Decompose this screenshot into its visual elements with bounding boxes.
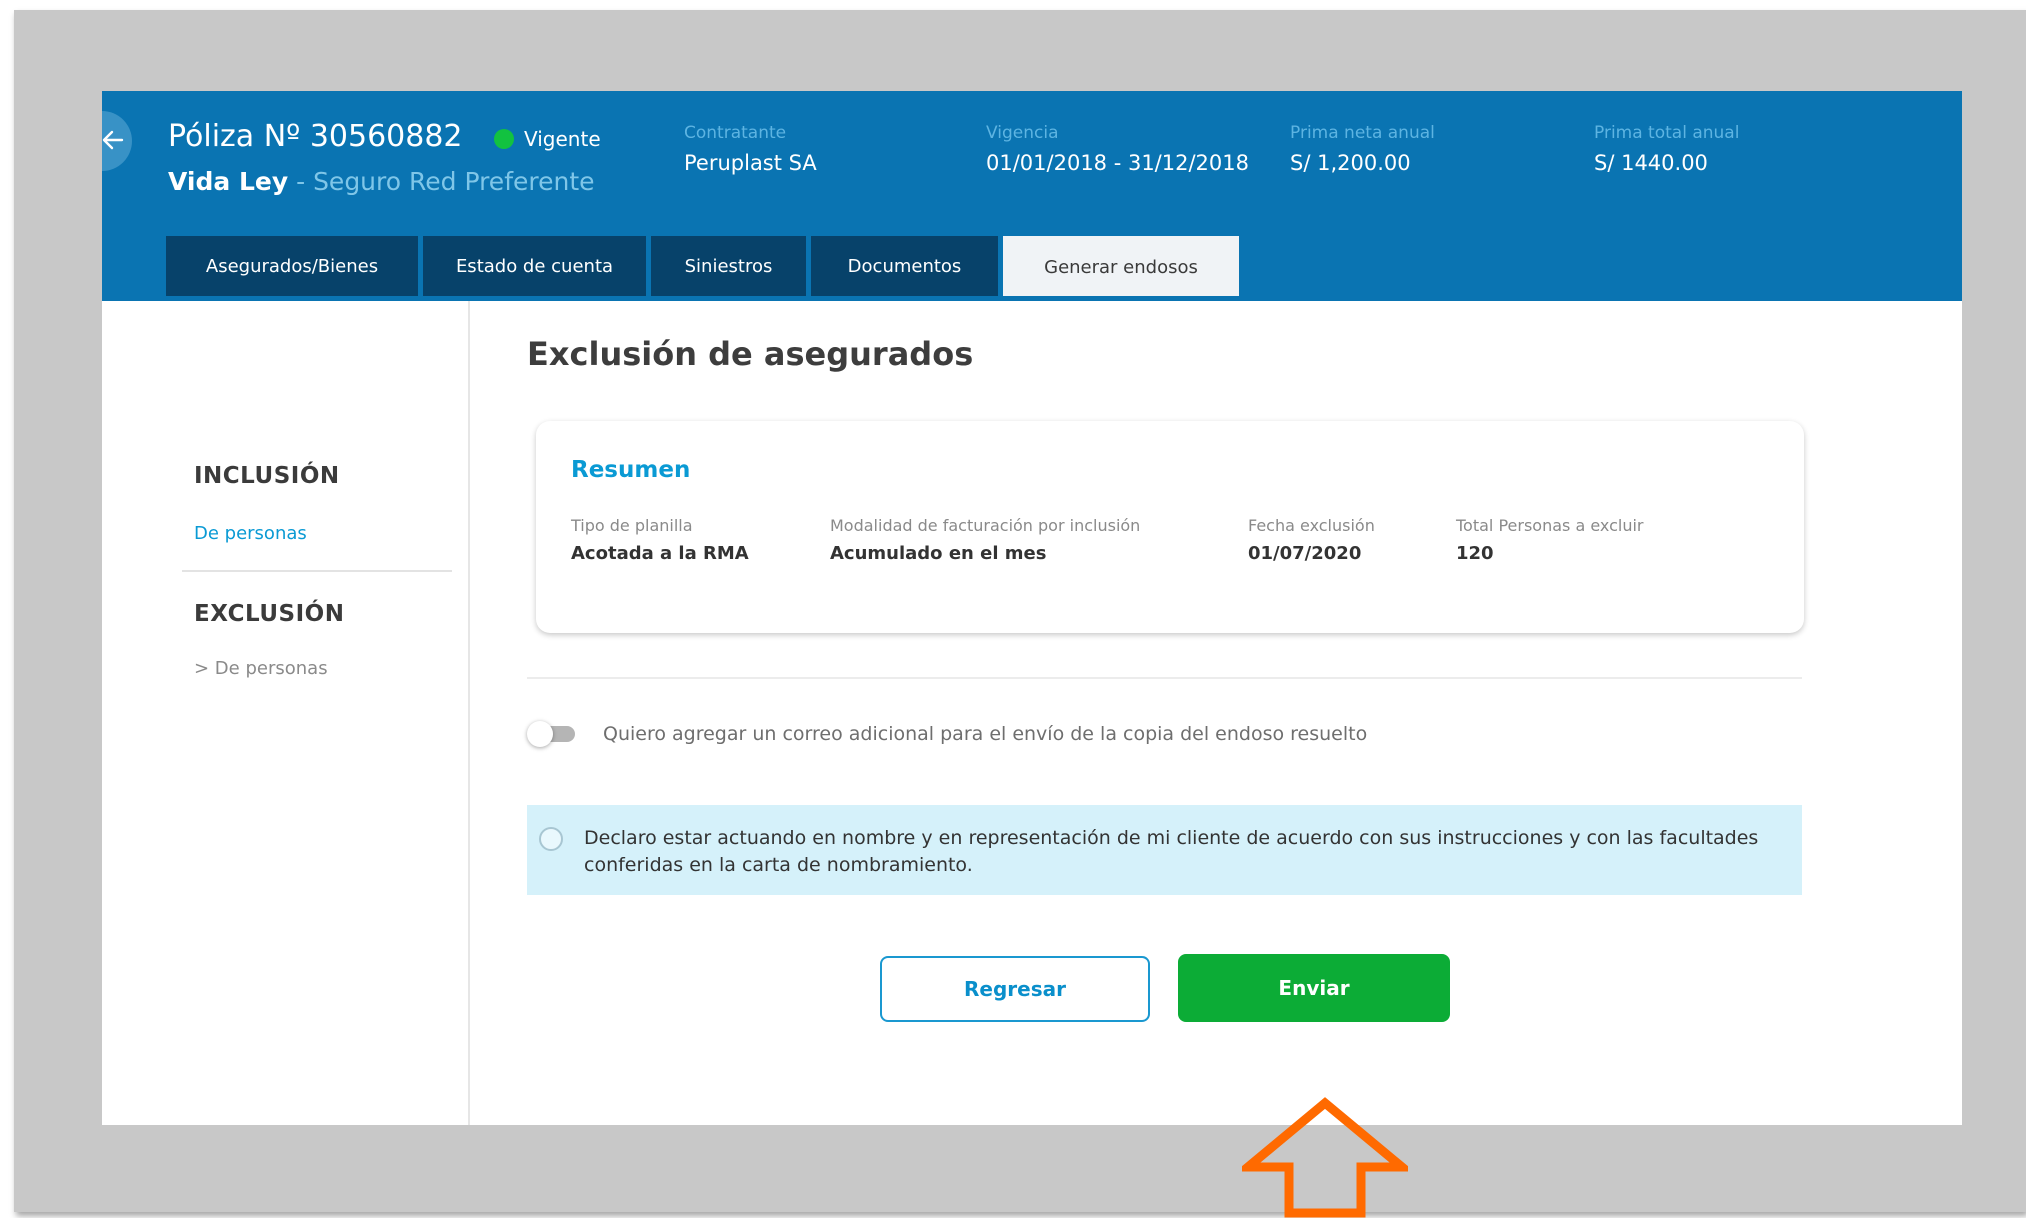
policy-tabs: Asegurados/Bienes Estado de cuenta Sinie… xyxy=(166,236,1244,298)
policy-number: Póliza Nº 30560882 xyxy=(168,119,463,154)
summary-field-value: Acumulado en el mes xyxy=(830,543,1047,564)
header-field-label: Vigencia xyxy=(986,123,1059,143)
additional-email-toggle-row: Quiero agregar un correo adicional para … xyxy=(527,721,1367,747)
sidebar-heading-exclusion: EXCLUSIÓN xyxy=(194,601,345,627)
regresar-button[interactable]: Regresar xyxy=(880,956,1150,1022)
summary-field-tipo-planilla: Tipo de planilla Acotada a la RMA xyxy=(571,516,749,564)
sidebar-link-exclusion-personas[interactable]: > De personas xyxy=(194,658,328,679)
summary-field-label: Modalidad de facturación por inclusión xyxy=(830,516,1141,535)
header-field-label: Prima neta anual xyxy=(1290,123,1435,143)
sidebar-divider xyxy=(182,570,452,572)
header-field-prima-total: Prima total anual S/ 1440.00 xyxy=(1594,123,1739,175)
subtitle-separator: - xyxy=(288,167,314,196)
header-field-value: 01/01/2018 - 31/12/2018 xyxy=(986,151,1250,175)
summary-field-modalidad: Modalidad de facturación por inclusión A… xyxy=(830,516,1140,564)
summary-field-label: Tipo de planilla xyxy=(571,516,693,535)
summary-title: Resumen xyxy=(571,457,691,483)
policy-header: Póliza Nº 30560882 Vigente Vida Ley - Se… xyxy=(102,91,1962,298)
tab-estado-de-cuenta[interactable]: Estado de cuenta xyxy=(423,236,646,297)
tab-documentos[interactable]: Documentos xyxy=(811,236,998,297)
summary-field-label: Total Personas a excluir xyxy=(1456,516,1644,535)
policy-subtitle: Vida Ley - Seguro Red Preferente xyxy=(168,167,595,196)
header-field-value: S/ 1440.00 xyxy=(1594,151,1708,175)
summary-field-label: Fecha exclusión xyxy=(1248,516,1375,535)
sidebar-heading-inclusion: INCLUSIÓN xyxy=(194,463,340,489)
sidebar-link-inclusion-personas[interactable]: De personas xyxy=(194,523,307,544)
header-field-value: S/ 1,200.00 xyxy=(1290,151,1411,175)
toggle-knob xyxy=(527,721,553,747)
declaration-box: Declaro estar actuando en nombre y en re… xyxy=(527,805,1802,895)
header-field-prima-neta: Prima neta anual S/ 1,200.00 xyxy=(1290,123,1435,175)
summary-field-total-personas: Total Personas a excluir 120 xyxy=(1456,516,1644,564)
enviar-button[interactable]: Enviar xyxy=(1178,954,1450,1022)
header-field-label: Contratante xyxy=(684,123,787,143)
header-field-contratante: Contratante Peruplast SA xyxy=(684,123,817,175)
summary-field-value: 120 xyxy=(1456,543,1494,564)
tab-asegurados-bienes[interactable]: Asegurados/Bienes xyxy=(166,236,418,297)
status-badge: Vigente xyxy=(494,127,601,151)
endorsement-sidebar: INCLUSIÓN De personas EXCLUSIÓN > De per… xyxy=(102,301,470,1125)
status-dot-icon xyxy=(494,129,514,149)
declaration-text: Declaro estar actuando en nombre y en re… xyxy=(584,827,1759,876)
annotation-arrow-up-icon xyxy=(1242,1097,1408,1218)
plan-name: Seguro Red Preferente xyxy=(313,167,595,196)
product-name: Vida Ley xyxy=(168,167,289,196)
page-title: Exclusión de asegurados xyxy=(527,335,974,373)
screenshot-canvas: Póliza Nº 30560882 Vigente Vida Ley - Se… xyxy=(0,0,2026,1218)
summary-card: Resumen Tipo de planilla Acotada a la RM… xyxy=(536,421,1804,633)
back-arrow-button[interactable] xyxy=(102,111,132,171)
app-window: Póliza Nº 30560882 Vigente Vida Ley - Se… xyxy=(102,91,1962,1125)
header-field-label: Prima total anual xyxy=(1594,123,1740,143)
header-field-value: Peruplast SA xyxy=(684,151,817,175)
arrow-left-icon xyxy=(102,130,124,150)
summary-field-fecha-exclusion: Fecha exclusión 01/07/2020 xyxy=(1248,516,1375,564)
tab-generar-endosos[interactable]: Generar endosos xyxy=(1003,236,1239,298)
additional-email-label: Quiero agregar un correo adicional para … xyxy=(603,723,1368,745)
summary-field-value: Acotada a la RMA xyxy=(571,543,749,564)
section-divider xyxy=(527,677,1802,679)
declaration-checkbox[interactable] xyxy=(539,827,563,851)
tab-siniestros[interactable]: Siniestros xyxy=(651,236,806,297)
additional-email-toggle[interactable] xyxy=(527,721,579,747)
status-label: Vigente xyxy=(524,127,601,151)
summary-field-value: 01/07/2020 xyxy=(1248,543,1362,564)
header-field-vigencia: Vigencia 01/01/2018 - 31/12/2018 xyxy=(986,123,1249,175)
